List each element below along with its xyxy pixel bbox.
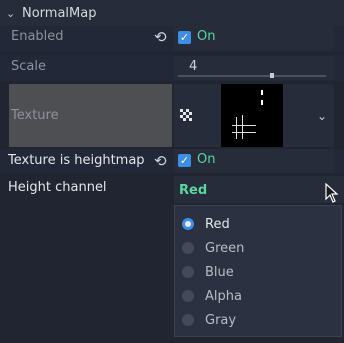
texture-label: Texture [11, 108, 59, 123]
enabled-value: On [197, 29, 216, 44]
enabled-label: Enabled [11, 29, 64, 44]
heightmap-label: Texture is heightmap [8, 153, 145, 168]
heightmap-checkbox[interactable]: ✓ [178, 154, 191, 167]
enabled-checkbox[interactable]: ✓ [178, 31, 191, 44]
radio-selected-icon [182, 218, 194, 230]
chevron-down-icon[interactable]: ⌄ [317, 109, 327, 123]
texture-resource-icon[interactable] [180, 109, 192, 121]
scale-slider-track[interactable] [178, 75, 326, 77]
normalmap-section-header[interactable]: ⌄ NormalMap [0, 0, 344, 26]
section-title: NormalMap [22, 5, 97, 21]
chevron-down-icon: ⌄ [6, 6, 16, 20]
popup-item-green[interactable]: Green [182, 236, 244, 260]
height-channel-value: Red [179, 183, 208, 198]
height-channel-label: Height channel [8, 180, 107, 195]
popup-item-label: Blue [205, 264, 234, 280]
texture-label-box: Texture [9, 84, 172, 147]
scale-label: Scale [11, 59, 46, 74]
radio-icon [182, 266, 194, 278]
revert-icon[interactable]: ⟲ [154, 30, 167, 45]
popup-item-label: Red [205, 216, 230, 232]
radio-icon [182, 314, 194, 326]
popup-item-label: Green [205, 240, 245, 256]
heightmap-value: On [197, 152, 216, 167]
radio-icon [182, 290, 194, 302]
radio-icon [182, 242, 194, 254]
popup-item-alpha[interactable]: Alpha [182, 284, 242, 308]
popup-item-blue[interactable]: Blue [182, 260, 234, 284]
mouse-cursor-icon [325, 182, 339, 207]
popup-item-label: Gray [205, 312, 237, 328]
popup-item-label: Alpha [205, 288, 242, 304]
popup-item-red[interactable]: Red [182, 212, 230, 236]
texture-preview[interactable] [221, 84, 283, 147]
revert-icon[interactable]: ⟲ [154, 154, 167, 169]
scale-slider-grabber[interactable] [270, 73, 274, 78]
popup-item-gray[interactable]: Gray [182, 308, 236, 332]
scale-value: 4 [189, 59, 198, 74]
